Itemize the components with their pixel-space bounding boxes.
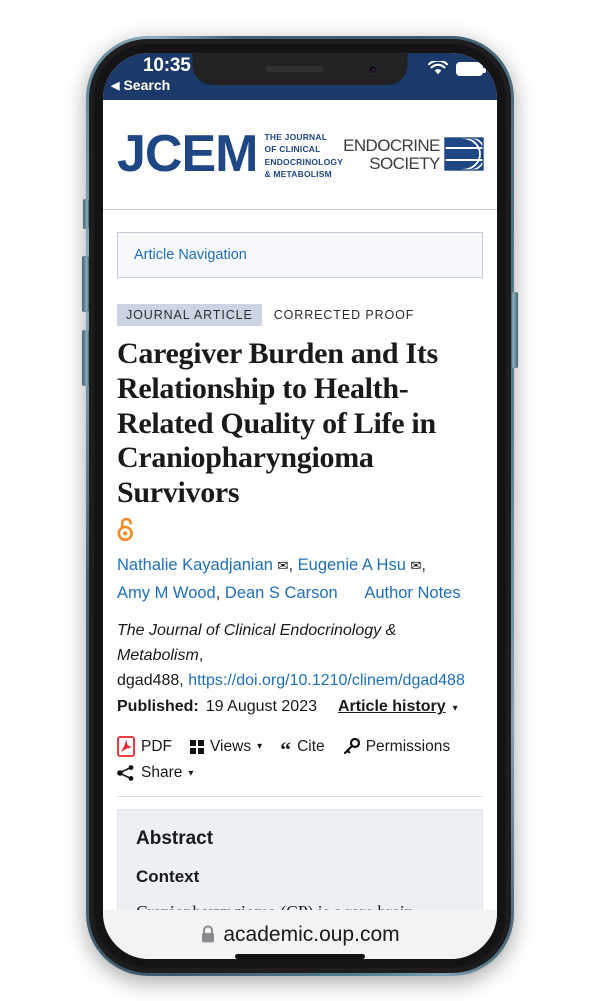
volume-up-button[interactable]	[82, 256, 89, 312]
article-history-label: Article history	[338, 698, 446, 716]
endocrine-society-text: ENDOCRINE SOCIETY	[343, 137, 440, 172]
author-name-1[interactable]: Nathalie Kayadjanian	[117, 556, 273, 574]
author-email-icon-1[interactable]: ✉	[278, 558, 289, 573]
endocrine-society-line-1: ENDOCRINE	[343, 136, 440, 156]
screenshot-root: 10:35 ◀ Search JCEM THE JOURNAL OF CLINI…	[0, 0, 600, 1001]
citation-block: The Journal of Clinical Endocrinology & …	[103, 607, 497, 720]
browser-url-bar[interactable]: academic.oup.com	[103, 910, 497, 959]
web-page: JCEM The Journal of Clinical Endocrinolo…	[103, 100, 497, 910]
back-caret-icon: ◀	[111, 79, 120, 92]
front-camera	[368, 65, 378, 74]
url-text: academic.oup.com	[223, 922, 400, 946]
status-bar-time: 10:35	[143, 55, 191, 76]
article-type-badge: JOURNAL ARTICLE	[117, 304, 262, 326]
open-access-unlock-icon	[117, 517, 133, 542]
permissions-label: Permissions	[365, 737, 451, 755]
jcem-logo[interactable]: JCEM The Journal of Clinical Endocrinolo…	[117, 125, 343, 184]
wifi-icon	[428, 61, 448, 75]
cite-label: Cite	[297, 737, 325, 755]
status-bar-indicators	[428, 61, 486, 76]
jcem-subtitle-line-4: & Metabolism	[264, 168, 332, 179]
power-button[interactable]	[511, 292, 518, 368]
silence-switch[interactable]	[83, 199, 89, 229]
home-indicator[interactable]	[235, 954, 365, 959]
journal-name: The Journal of Clinical Endocrinology & …	[117, 622, 397, 664]
jcem-wordmark: JCEM	[117, 125, 258, 184]
author-email-icon-2[interactable]: ✉	[410, 558, 421, 573]
share-caret-icon: ▾	[188, 767, 194, 779]
views-button[interactable]: Views ▾	[190, 738, 262, 756]
open-access-badge	[103, 511, 497, 542]
abstract-panel: Abstract Context Craniopharyngioma (CP) …	[117, 809, 483, 910]
share-button[interactable]: Share ▾	[117, 764, 193, 782]
author-name-2[interactable]: Eugenie A Hsu	[298, 556, 406, 574]
pdf-file-icon	[117, 736, 135, 758]
views-label: Views	[210, 737, 252, 755]
doi-link[interactable]: https://doi.org/10.1210/clinem/dgad488	[188, 672, 465, 689]
article-history-caret-icon[interactable]: ▾	[453, 701, 458, 717]
battery-icon	[456, 61, 486, 76]
article-navigation-section: Article Navigation	[103, 210, 497, 278]
volume-down-button[interactable]	[82, 330, 89, 386]
published-date: 19 August 2023	[205, 698, 317, 716]
author-list: Nathalie Kayadjanian ✉, Eugenie A Hsu ✉,…	[117, 555, 461, 603]
abstract-body: Craniopharyngioma (CP) is a rare brain	[136, 900, 464, 910]
article-status-label: CORRECTED PROOF	[273, 308, 415, 322]
abstract-heading: Abstract	[136, 828, 214, 850]
abstract-subheading: Context	[136, 867, 200, 887]
article-navigation-button[interactable]: Article Navigation	[117, 232, 483, 278]
article-id: dgad488	[117, 671, 180, 689]
author-name-4[interactable]: Dean S Carson	[225, 584, 338, 602]
toolbar-divider	[117, 796, 483, 798]
endocrine-society-line-2: SOCIETY	[369, 153, 440, 173]
article-title: Caregiver Burden and Its Relationship to…	[117, 337, 438, 510]
article-toolbar: PDF Views ▾ “ Cite Permissions Share ▾	[103, 720, 497, 782]
endocrine-society-logo[interactable]: ENDOCRINE SOCIETY	[343, 135, 486, 175]
published-label: Published:	[117, 698, 199, 716]
cite-button[interactable]: “ Cite	[280, 737, 325, 763]
jcem-subtitle-line-1: The Journal	[264, 132, 328, 143]
article-history-toggle[interactable]: Article history	[338, 695, 446, 720]
notch	[192, 53, 408, 85]
author-name-3[interactable]: Amy M Wood	[117, 584, 216, 602]
article-tags: JOURNAL ARTICLE CORRECTED PROOF	[103, 278, 497, 326]
back-label: Search	[123, 77, 171, 93]
endocrine-society-globe-icon	[444, 136, 486, 171]
pdf-label: PDF	[141, 737, 172, 755]
publication-row: Published: 19 August 2023 Article histor…	[117, 695, 483, 720]
quote-icon: “	[280, 737, 292, 763]
pdf-button[interactable]: PDF	[117, 736, 172, 758]
views-grid-icon	[190, 739, 204, 754]
views-caret-icon: ▾	[257, 741, 263, 753]
earpiece-speaker	[265, 66, 324, 72]
back-to-search-button[interactable]: ◀ Search	[111, 77, 170, 93]
share-nodes-icon	[117, 765, 134, 782]
author-notes-link[interactable]: Author Notes	[364, 584, 460, 602]
jcem-subtitle-line-2: of Clinical	[264, 144, 321, 155]
permissions-button[interactable]: Permissions	[343, 738, 450, 756]
share-label: Share	[141, 764, 183, 782]
journal-masthead: JCEM The Journal of Clinical Endocrinolo…	[103, 100, 497, 210]
lock-icon	[202, 925, 215, 943]
phone-screen: 10:35 ◀ Search JCEM THE JOURNAL OF CLINI…	[103, 53, 497, 959]
jcem-subtitle-line-3: Endocrinology	[264, 156, 344, 167]
key-icon	[343, 738, 360, 755]
jcem-subtitle: The Journal of Clinical Endocrinology & …	[264, 129, 343, 179]
